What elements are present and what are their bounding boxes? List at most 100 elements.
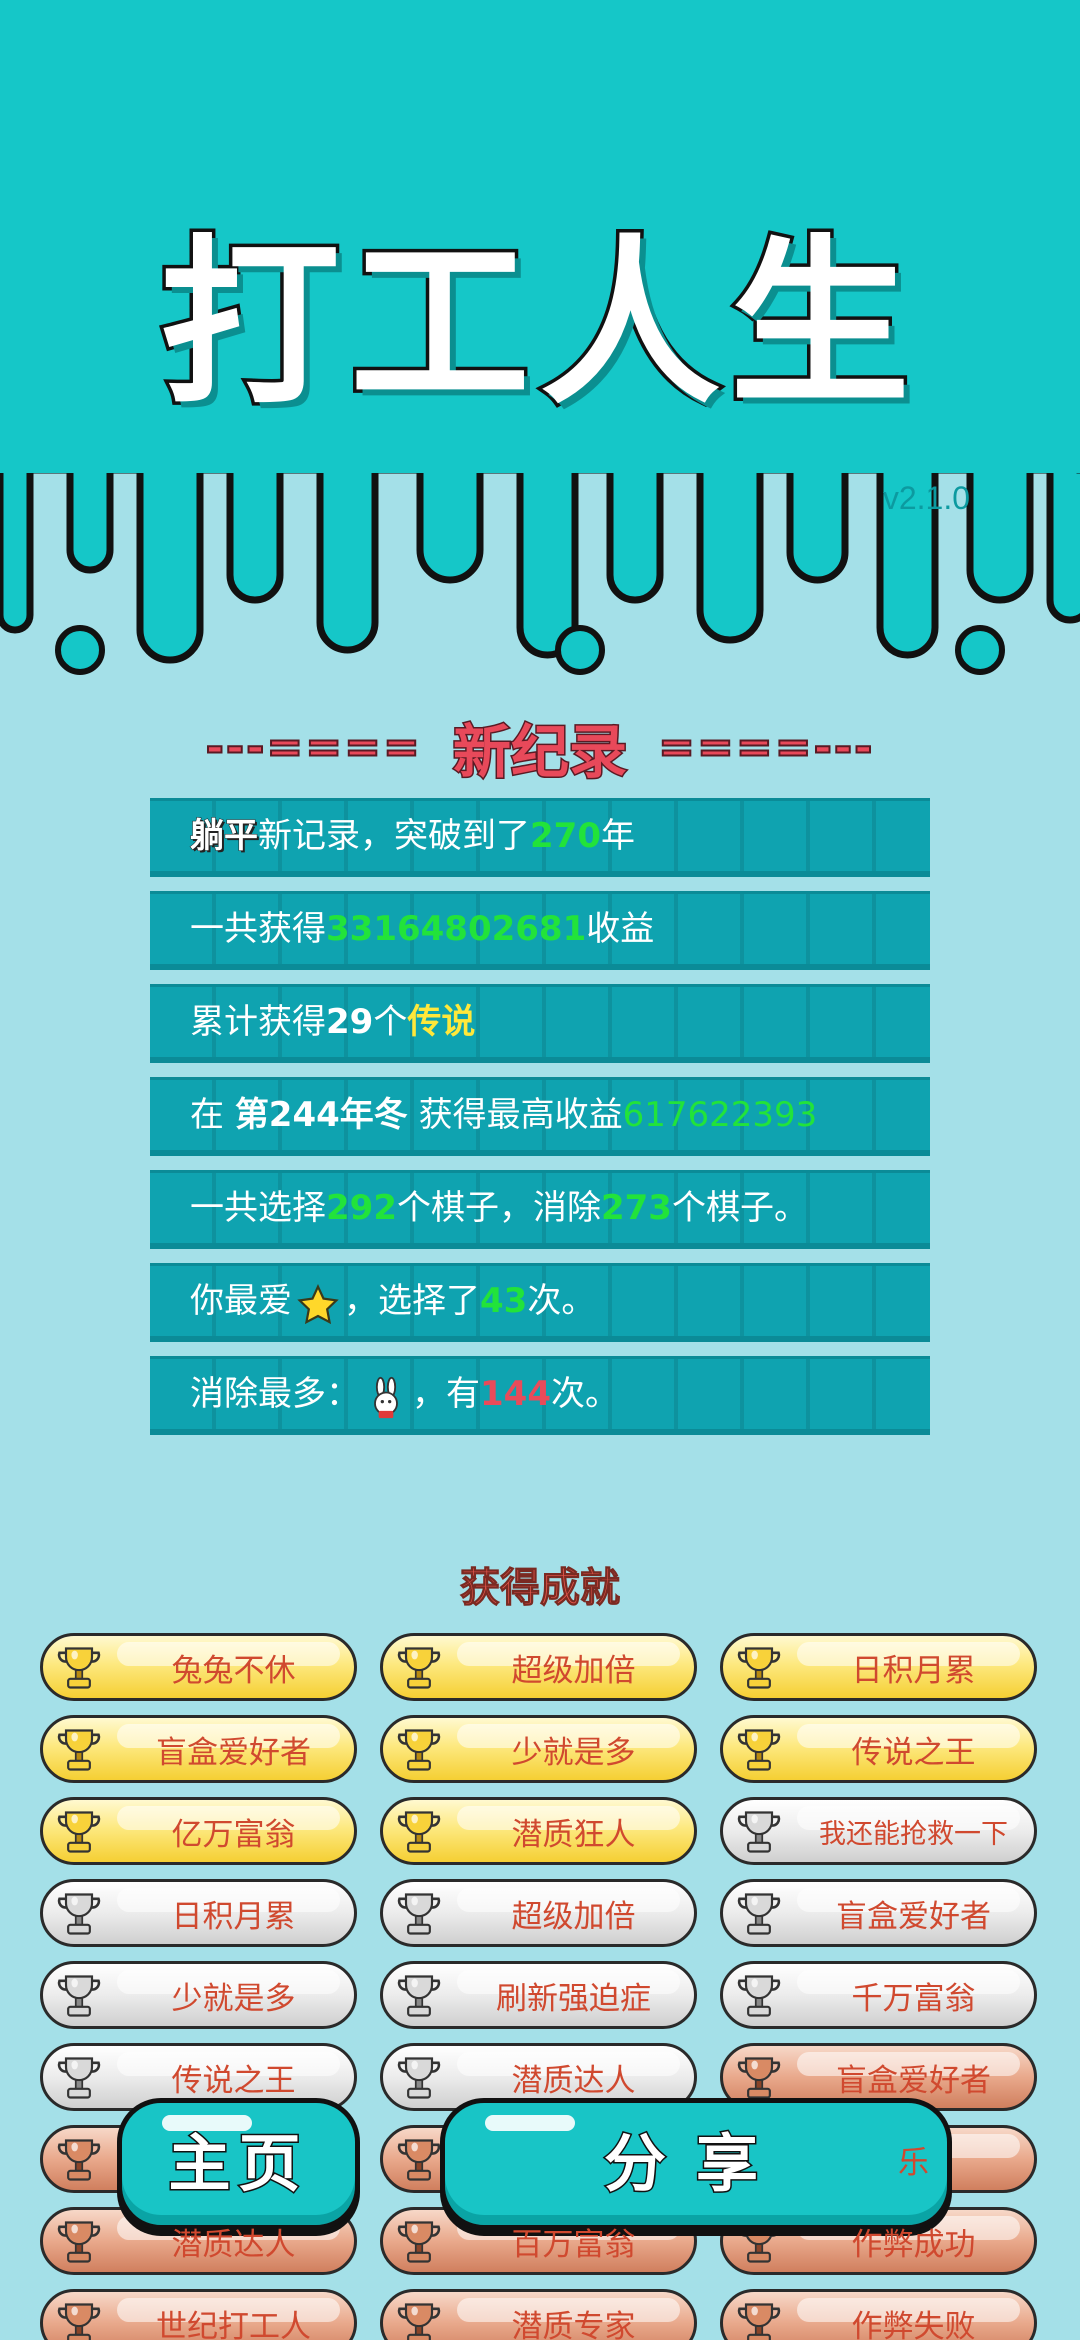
new-record-title: 新纪录 — [451, 717, 628, 788]
stat-text: 个棋子。 — [671, 1188, 808, 1228]
trophy-icon — [733, 1806, 785, 1858]
achievement-badge[interactable]: 千万富翁 — [720, 1961, 1037, 2029]
stat-text: 一共选择 — [190, 1188, 326, 1228]
home-button[interactable]: 主页 — [117, 2098, 360, 2230]
trophy-icon — [733, 2052, 785, 2104]
achievement-badge[interactable]: 日积月累 — [40, 1879, 357, 1947]
record-stat-row: 躺平新记录，突破到了270年 — [150, 798, 930, 877]
record-stat-row: 一共选择292个棋子，消除273个棋子。 — [150, 1170, 930, 1249]
achievement-label: 兔兔不休 — [171, 1652, 296, 1689]
achievement-badge[interactable]: 作弊失败 — [720, 2289, 1037, 2340]
stat-text: 你最爱 — [190, 1281, 292, 1321]
drip-droplet — [55, 625, 105, 675]
trophy-icon — [53, 1806, 105, 1858]
version-label: v2.1.0 — [882, 480, 970, 516]
achievement-badge[interactable]: 潜质狂人 — [380, 1797, 697, 1865]
achievement-label: 我还能抢救一下 — [819, 1818, 1008, 1850]
achievement-label: 日积月累 — [171, 1898, 296, 1935]
achievement-label: 亿万富翁 — [171, 1816, 296, 1853]
trophy-icon — [733, 1888, 785, 1940]
record-stat-row: 累计获得29个传说 — [150, 984, 930, 1063]
achievement-badge[interactable]: 日积月累 — [720, 1633, 1037, 1701]
stat-text: 次。 — [550, 1374, 619, 1414]
stat-text: 617622393 — [622, 1095, 818, 1135]
stat-text: 29 — [326, 1002, 374, 1042]
stat-text: 在 — [190, 1095, 235, 1135]
achievement-badge[interactable]: 刷新强迫症 — [380, 1961, 697, 2029]
achievement-badge[interactable]: 盲盒爱好者 — [720, 1879, 1037, 1947]
achievement-label: 超级加倍 — [511, 1652, 636, 1689]
trophy-icon — [393, 1970, 445, 2022]
achievement-label: 刷新强迫症 — [496, 1980, 651, 2017]
trophy-icon — [53, 1970, 105, 2022]
stat-text: 个 — [373, 1002, 408, 1042]
achievement-badge[interactable]: 亿万富翁 — [40, 1797, 357, 1865]
achievement-label: 日积月累 — [851, 1652, 976, 1689]
record-stat-row: 你最爱 ，选择了43次。 — [150, 1263, 930, 1342]
home-button-label: 主页 — [167, 2126, 309, 2202]
achievement-badge[interactable]: 传说之王 — [720, 1715, 1037, 1783]
drip-droplet — [555, 625, 605, 675]
record-stats-list: 躺平新记录，突破到了270年 一共获得33164802681收益 累计获得29个传说… — [150, 798, 930, 1449]
star-icon — [296, 1281, 340, 1325]
achievement-badge[interactable]: 少就是多 — [380, 1715, 697, 1783]
stat-text: 144 — [480, 1374, 551, 1414]
achievement-label: 潜质狂人 — [511, 1816, 636, 1853]
achievement-label: 作弊成功 — [851, 2226, 976, 2263]
achievement-label: 盲盒爱好者 — [836, 2062, 991, 2099]
drip-droplet — [955, 625, 1005, 675]
achievement-badge[interactable]: 潜质专家 — [380, 2289, 697, 2340]
achievement-badge[interactable]: 我还能抢救一下 — [720, 1797, 1037, 1865]
achievement-badge[interactable]: 盲盒爱好者 — [40, 1715, 357, 1783]
trophy-icon — [393, 1724, 445, 1776]
stat-text: 第244年冬 — [234, 1095, 408, 1135]
achievement-badge[interactable]: 兔兔不休 — [40, 1633, 357, 1701]
dash-decoration-left: ---==== — [205, 721, 422, 774]
stat-text: ，有 — [412, 1374, 480, 1414]
achievement-label: 乐 — [898, 2144, 929, 2181]
stat-text: 新记录，突破到了 — [258, 816, 530, 856]
achievement-badge[interactable]: 超级加倍 — [380, 1879, 697, 1947]
achievement-label: 少就是多 — [511, 1734, 636, 1771]
rabbit-icon — [364, 1374, 408, 1418]
achievements-grid: 兔兔不休 超级加倍 日积月累 盲盒爱好者 少就是多 传说之王 亿万富翁 潜质狂人 我还能抢救一下… — [40, 1633, 1040, 2340]
stat-text: ，选择了 — [344, 1281, 480, 1321]
stat-text: 年 — [600, 816, 635, 856]
achievement-label: 潜质达人 — [171, 2226, 296, 2263]
stat-text: 传说 — [407, 1002, 476, 1042]
new-record-header: ---==== 新纪录 ====--- — [0, 705, 1080, 788]
stat-text: 个棋子，消除 — [396, 1188, 601, 1228]
stat-text: 43 — [480, 1281, 528, 1321]
trophy-icon — [733, 1642, 785, 1694]
achievement-badge[interactable]: 超级加倍 — [380, 1633, 697, 1701]
stat-text: 获得最高收益 — [407, 1095, 623, 1135]
achievements-title: 获得成就 — [460, 1565, 621, 1612]
stat-text: 270 — [530, 816, 601, 856]
stat-text: 累计获得 — [190, 1002, 326, 1042]
stat-text: 273 — [600, 1188, 672, 1228]
button-shine — [162, 2115, 252, 2131]
record-stat-row: 一共获得33164802681收益 — [150, 891, 930, 970]
achievement-label: 潜质达人 — [511, 2062, 636, 2099]
trophy-icon — [393, 2298, 445, 2340]
achievement-badge[interactable]: 世纪打工人 — [40, 2289, 357, 2340]
stat-text: 一共获得 — [190, 909, 326, 949]
achievement-label: 千万富翁 — [851, 1980, 976, 2017]
trophy-icon — [733, 1970, 785, 2022]
trophy-icon — [733, 2298, 785, 2340]
trophy-icon — [53, 2052, 105, 2104]
trophy-icon — [733, 1724, 785, 1776]
achievement-label: 盲盒爱好者 — [156, 1734, 311, 1771]
trophy-icon — [53, 1642, 105, 1694]
trophy-icon — [393, 1642, 445, 1694]
share-button[interactable]: 分享 — [440, 2098, 952, 2230]
trophy-icon — [393, 1806, 445, 1858]
achievement-label: 超级加倍 — [511, 1898, 636, 1935]
button-shine — [485, 2115, 575, 2131]
stat-text: 292 — [326, 1188, 397, 1228]
achievement-label: 传说之王 — [851, 1734, 976, 1771]
stat-text: 躺平 — [190, 816, 259, 857]
dash-decoration-right: ====--- — [657, 721, 875, 774]
app-title: 打工人生 — [156, 220, 920, 429]
achievement-badge[interactable]: 少就是多 — [40, 1961, 357, 2029]
